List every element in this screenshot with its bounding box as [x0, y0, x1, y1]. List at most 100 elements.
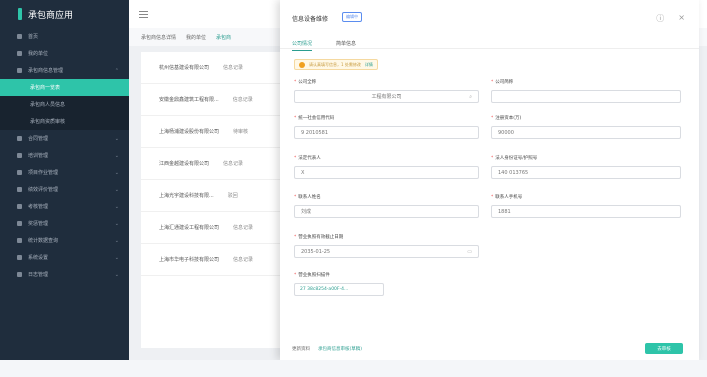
legal-id-input[interactable]: 140 013765	[491, 166, 681, 179]
license-expiry-input[interactable]: 2035-01-25 ▭	[294, 245, 479, 258]
credit-code-input[interactable]: 9 2010581	[294, 126, 479, 139]
company-short-input[interactable]	[491, 90, 681, 103]
sidebar-item-label: 承包商资质审核	[30, 119, 66, 125]
legal-rep-field: * 法定代表人 X	[294, 155, 479, 179]
sidebar-item-label: 承包商人员信息	[30, 102, 66, 108]
reg-capital-field: * 注册资本(万) 90000	[491, 115, 681, 139]
chevron-up-icon: ⌃	[114, 67, 119, 74]
award-icon	[17, 221, 22, 226]
user-icon	[17, 51, 22, 56]
sidebar-item-label: 项目作业管理	[28, 170, 59, 176]
tab-my-unit[interactable]: 我的单位	[186, 34, 206, 41]
close-icon[interactable]: ×	[678, 13, 685, 24]
table-row[interactable]: 上海杨浦建设股份有限公司 待审核	[141, 116, 291, 148]
chevron-down-icon: ⌄	[114, 169, 119, 176]
company-name-cell: 安徽金鼎鑫建筑工程有限...	[159, 97, 219, 103]
sidebar-item-rewards[interactable]: 奖惩管理 ⌄	[0, 215, 129, 232]
tab-contractor-detail[interactable]: 承包商信息详情	[141, 34, 176, 41]
contact-phone-field: * 联系人手机号 1881	[491, 194, 681, 218]
bottom-strip	[0, 360, 707, 377]
reg-capital-input[interactable]: 90000	[491, 126, 681, 139]
company-name-cell: 上海光宇建设科技有限...	[159, 193, 214, 199]
sidebar-item-training[interactable]: 培训管理 ⌄	[0, 147, 129, 164]
notice-link[interactable]: 详情	[365, 62, 373, 68]
app-window: 承包商应用 首页 我的单位 承包商信息管理 ⌃ 承包商一览表 承包商人员信息 承包…	[0, 0, 707, 377]
tab-company[interactable]: 公司情况	[292, 40, 313, 51]
sidebar-item-label: 承包商一览表	[30, 85, 61, 91]
app-logo: 承包商应用	[0, 0, 129, 28]
log-icon	[17, 272, 22, 277]
notice-bar: 请认真填写信息，1 处需修改 详情	[294, 59, 378, 70]
sidebar-item-label: 考核管理	[28, 204, 49, 210]
sidebar-item-assessment[interactable]: 考核管理 ⌄	[0, 198, 129, 215]
sidebar-item-performance[interactable]: 绩效评价管理 ⌄	[0, 181, 129, 198]
table-row[interactable]: 上海市华电子科技有限公司 信息记录	[141, 244, 291, 276]
info-icon[interactable]: ⓘ	[656, 13, 664, 24]
sidebar-item-contracts[interactable]: 合同管理 ⌄	[0, 130, 129, 147]
field-label: * 统一社会信用代码	[294, 116, 335, 121]
sidebar-item-logs[interactable]: 日志管理 ⌄	[0, 266, 129, 283]
footer-link[interactable]: 承包商信息审核(草稿)	[318, 346, 362, 352]
footer-text: 更新资料	[292, 347, 310, 352]
table-row[interactable]: 安徽金鼎鑫建筑工程有限... 信息记录	[141, 84, 291, 116]
sidebar-item-label: 首页	[28, 34, 39, 40]
sidebar-item-label: 培训管理	[28, 153, 49, 159]
license-file-field: * 营业执照扫描件 27 38c8254-a00F-4...	[294, 272, 384, 296]
status-cell: 信息记录	[223, 65, 244, 71]
sidebar-item-label: 统计数据查询	[28, 238, 59, 244]
chevron-down-icon: ⌄	[114, 237, 119, 244]
field-label: * 联系人姓名	[294, 195, 321, 200]
logo-mark-icon	[18, 8, 22, 20]
company-name-input[interactable]: 工程有限公司 ⌕	[294, 90, 479, 103]
chevron-down-icon: ⌄	[114, 186, 119, 193]
sidebar-item-label: 日志管理	[28, 272, 49, 278]
sidebar-item-label: 我的单位	[28, 51, 49, 57]
sidebar-item-label: 系统设置	[28, 255, 49, 261]
sidebar-item-contractor-info[interactable]: 承包商信息管理 ⌃	[0, 62, 129, 79]
sidebar-item-projects[interactable]: 项目作业管理 ⌄	[0, 164, 129, 181]
chart-icon	[17, 187, 22, 192]
contact-name-field: * 联系人姓名 刘成	[294, 194, 479, 218]
sidebar-item-settings[interactable]: 系统设置 ⌄	[0, 249, 129, 266]
drawer-title: 信息设备维修	[292, 16, 329, 23]
table-row[interactable]: 上海汇通建设工程有限公司 信息记录	[141, 212, 291, 244]
field-label: * 注册资本(万)	[491, 116, 522, 121]
sidebar-item-label: 承包商信息管理	[28, 68, 64, 74]
app-title: 承包商应用	[28, 10, 74, 21]
sidebar-item-label: 合同管理	[28, 136, 49, 142]
database-icon	[17, 238, 22, 243]
company-name-cell: 上海杨浦建设股份有限公司	[159, 129, 220, 135]
calendar-icon[interactable]: ▭	[467, 249, 472, 255]
legal-rep-input[interactable]: X	[294, 166, 479, 179]
sidebar-nav: 首页 我的单位 承包商信息管理 ⌃ 承包商一览表 承包商人员信息 承包商资质审核 …	[0, 28, 129, 283]
drawer-actions: ⓘ ×	[656, 13, 685, 24]
chevron-down-icon: ⌄	[114, 135, 119, 142]
table-row[interactable]: 上海光宇建设科技有限... 驳回	[141, 180, 291, 212]
sidebar-item-home[interactable]: 首页	[0, 28, 129, 45]
status-cell: 信息记录	[232, 97, 253, 103]
search-icon[interactable]: ⌕	[469, 94, 472, 100]
table-row[interactable]: 江西金越建设有限公司 信息记录	[141, 148, 291, 180]
field-label: * 营业执照扫描件	[294, 273, 330, 278]
license-file-link[interactable]: 27 38c8254-a00F-4...	[294, 283, 384, 296]
status-cell: 信息记录	[233, 225, 254, 231]
sidebar-item-my-unit[interactable]: 我的单位	[0, 45, 129, 62]
contractor-table: 杭州信基建设有限公司 信息记录 安徽金鼎鑫建筑工程有限... 信息记录 上海杨浦建设…	[141, 52, 291, 348]
table-row[interactable]: 杭州信基建设有限公司 信息记录	[141, 52, 291, 84]
sidebar-item-statistics[interactable]: 统计数据查询 ⌄	[0, 232, 129, 249]
company-name-cell: 杭州信基建设有限公司	[159, 65, 210, 71]
tab-simple-info[interactable]: 简单信息	[336, 40, 356, 51]
sidebar-item-contractor-list[interactable]: 承包商一览表	[0, 79, 129, 96]
contact-phone-input[interactable]: 1881	[491, 205, 681, 218]
contact-name-input[interactable]: 刘成	[294, 205, 479, 218]
status-cell: 信息记录	[223, 161, 244, 167]
drawer-header: 信息设备维修 编辑中 ⓘ ×	[280, 0, 699, 40]
company-name-field: * 公司全称 工程有限公司 ⌕	[294, 79, 479, 103]
tab-contractor[interactable]: 承包商	[216, 34, 231, 41]
submit-review-button[interactable]: 去审核	[645, 343, 683, 354]
sidebar-item-contractor-review[interactable]: 承包商资质审核	[0, 113, 129, 130]
field-label: * 联系人手机号	[491, 195, 523, 200]
menu-toggle-icon[interactable]	[139, 10, 148, 18]
check-icon	[17, 204, 22, 209]
sidebar-item-contractor-staff[interactable]: 承包商人员信息	[0, 96, 129, 113]
